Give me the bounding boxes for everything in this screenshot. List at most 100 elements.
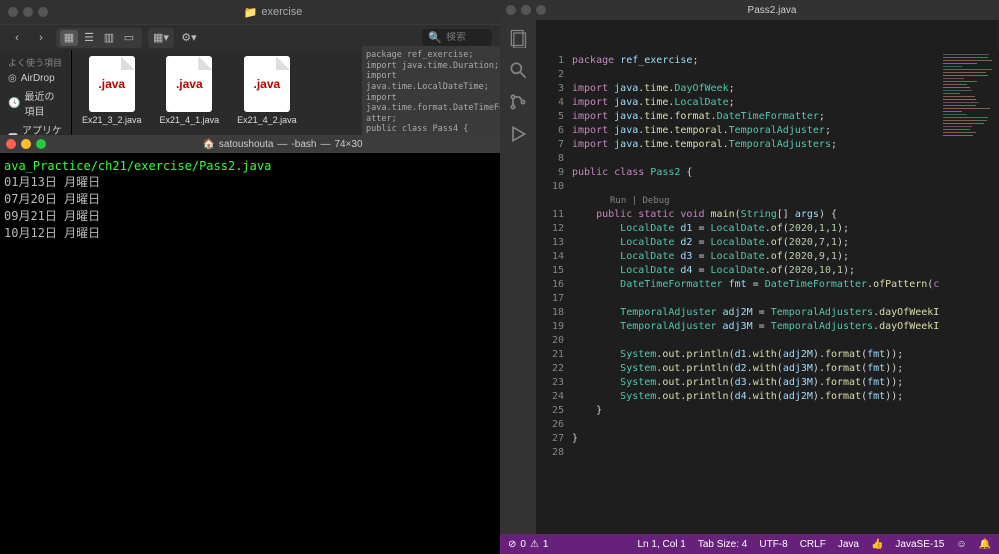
sidebar-heading: よく使う項目 (4, 54, 67, 71)
code-line[interactable] (572, 152, 939, 166)
finder-title: exercise (261, 6, 302, 18)
terminal-body[interactable]: ava_Practice/ch21/exercise/Pass2.java 01… (0, 153, 520, 247)
code-line[interactable]: TemporalAdjuster adj2M = TemporalAdjuste… (572, 306, 939, 320)
jdk[interactable]: JavaSE-15 (895, 539, 944, 550)
code-line[interactable]: LocalDate d2 = LocalDate.of(2020,7,1); (572, 236, 939, 250)
search-box[interactable]: 🔍 (422, 29, 492, 46)
file-grid[interactable]: .javaEx21_3_2.java.javaEx21_4_1.java.jav… (72, 50, 362, 135)
tab-size[interactable]: Tab Size: 4 (698, 539, 747, 550)
tab-bar[interactable] (536, 20, 999, 50)
gallery-view-button[interactable]: ▭ (120, 30, 138, 46)
column-view-button[interactable]: ▥ (100, 30, 118, 46)
code-line[interactable]: System.out.println(d4.with(adj2M).format… (572, 390, 939, 404)
vscode-title: Pass2.java (551, 5, 993, 16)
code-area[interactable]: package ref_exercise; import java.time.D… (572, 50, 939, 534)
preview-panel: package ref_exercise; import java.time.D… (362, 46, 500, 135)
sidebar-item-label: 最近の項目 (24, 88, 63, 118)
max-dot[interactable] (38, 7, 48, 17)
finder-titlebar: 📁 exercise (0, 0, 500, 24)
term-output-line: 10月12日 月曜日 (4, 224, 516, 241)
problems-indicator[interactable]: ⊘0 ⚠1 (508, 539, 548, 550)
code-line[interactable]: import java.time.DayOfWeek; (572, 82, 939, 96)
editor-tab[interactable] (536, 20, 999, 50)
vsc-close[interactable] (506, 5, 516, 15)
eol[interactable]: CRLF (800, 539, 826, 550)
code-line[interactable]: import java.time.temporal.TemporalAdjust… (572, 138, 939, 152)
cursor-pos[interactable]: Ln 1, Col 1 (638, 539, 686, 550)
thumbs-up-icon[interactable]: 👍 (871, 539, 883, 550)
code-line[interactable]: DateTimeFormatter fmt = DateTimeFormatte… (572, 278, 939, 292)
source-control-icon[interactable] (508, 92, 528, 112)
terminal-titlebar: 🏠 satoushouta — -bash — 74×30 (0, 135, 520, 153)
code-line[interactable] (572, 334, 939, 348)
code-line[interactable]: LocalDate d1 = LocalDate.of(2020,1,1); (572, 222, 939, 236)
file-icon: .java (89, 56, 135, 112)
file-icon: .java (244, 56, 290, 112)
code-line[interactable]: import java.time.LocalDate; (572, 96, 939, 110)
sidebar-item[interactable]: 🕓最近の項目 (4, 86, 67, 120)
search-input[interactable] (446, 32, 486, 43)
icon-view-button[interactable]: ▦ (60, 30, 78, 46)
code-line[interactable]: LocalDate d4 = LocalDate.of(2020,10,1); (572, 264, 939, 278)
view-switcher[interactable]: ▦ ☰ ▥ ▭ (56, 28, 142, 48)
run-debug-icon[interactable] (508, 124, 528, 144)
encoding[interactable]: UTF-8 (759, 539, 787, 550)
line-gutter: 12345678910 1112131415161718192021222324… (536, 50, 572, 534)
explorer-icon[interactable] (508, 28, 528, 48)
term-close[interactable] (6, 139, 16, 149)
term-min[interactable] (21, 139, 31, 149)
home-icon: 🏠 (202, 139, 214, 150)
code-line[interactable]: } (572, 404, 939, 418)
file-item[interactable]: .java Ex21_4_2.java (237, 56, 297, 129)
code-line[interactable]: System.out.println(d1.with(adj2M).format… (572, 348, 939, 362)
nav-back-button[interactable]: ‹ (8, 30, 26, 46)
term-user: satoushouta (219, 139, 274, 150)
vscode-titlebar: Pass2.java (500, 0, 999, 20)
file-label: Ex21_4_2.java (237, 115, 297, 125)
code-line[interactable] (572, 292, 939, 306)
code-line[interactable] (572, 68, 939, 82)
code-line[interactable]: System.out.println(d2.with(adj3M).format… (572, 362, 939, 376)
code-line[interactable]: } (572, 432, 939, 446)
codelens[interactable]: Run | Debug (572, 194, 939, 208)
sidebar-item[interactable]: ◎AirDrop (4, 71, 67, 86)
min-dot[interactable] (23, 7, 33, 17)
term-size: 74×30 (334, 139, 362, 150)
code-line[interactable]: public class Pass2 { (572, 166, 939, 180)
vscode-window: Pass2.java 12345678910 11121314151617181… (500, 0, 999, 554)
code-line[interactable]: import java.time.format.DateTimeFormatte… (572, 110, 939, 124)
code-line[interactable]: import java.time.temporal.TemporalAdjust… (572, 124, 939, 138)
code-line[interactable]: package ref_exercise; (572, 54, 939, 68)
file-item[interactable]: .javaEx21_3_2.java (82, 56, 142, 129)
editor[interactable]: 12345678910 1112131415161718192021222324… (536, 50, 999, 534)
term-max[interactable] (36, 139, 46, 149)
error-icon: ⊘ (508, 539, 516, 550)
code-line[interactable]: TemporalAdjuster adj3M = TemporalAdjuste… (572, 320, 939, 334)
close-dot[interactable] (8, 7, 18, 17)
bell-icon[interactable]: 🔔 (979, 539, 991, 550)
action-button[interactable]: ⚙︎▾ (180, 30, 198, 46)
vsc-min[interactable] (521, 5, 531, 15)
nav-fwd-button[interactable]: › (32, 30, 50, 46)
code-line[interactable]: LocalDate d3 = LocalDate.of(2020,9,1); (572, 250, 939, 264)
code-line[interactable] (572, 446, 939, 460)
code-line[interactable] (572, 418, 939, 432)
feedback-icon[interactable]: ☺ (956, 539, 966, 550)
lang-mode[interactable]: Java (838, 539, 859, 550)
term-output-line: 07月20日 月曜日 (4, 190, 516, 207)
traffic-lights[interactable] (8, 7, 48, 17)
minimap[interactable] (939, 50, 999, 534)
terminal-window[interactable]: 🏠 satoushouta — -bash — 74×30 ava_Practi… (0, 135, 520, 554)
list-view-button[interactable]: ☰ (80, 30, 98, 46)
finder-sidebar: よく使う項目 ◎AirDrop🕓最近の項目🅰アプリケー🖥デスクト (0, 50, 72, 135)
search-icon[interactable] (508, 60, 528, 80)
file-icon: .java (166, 56, 212, 112)
vsc-max[interactable] (536, 5, 546, 15)
arrange-button[interactable]: ▦▾ (152, 30, 170, 46)
code-line[interactable]: System.out.println(d3.with(adj3M).format… (572, 376, 939, 390)
file-item[interactable]: .java Ex21_4_1.java (160, 56, 220, 129)
code-line[interactable] (572, 180, 939, 194)
file-label: Ex21_4_1.java (160, 115, 220, 125)
code-line[interactable]: public static void main(String[] args) { (572, 208, 939, 222)
sidebar-item-icon: ◎ (8, 73, 17, 84)
